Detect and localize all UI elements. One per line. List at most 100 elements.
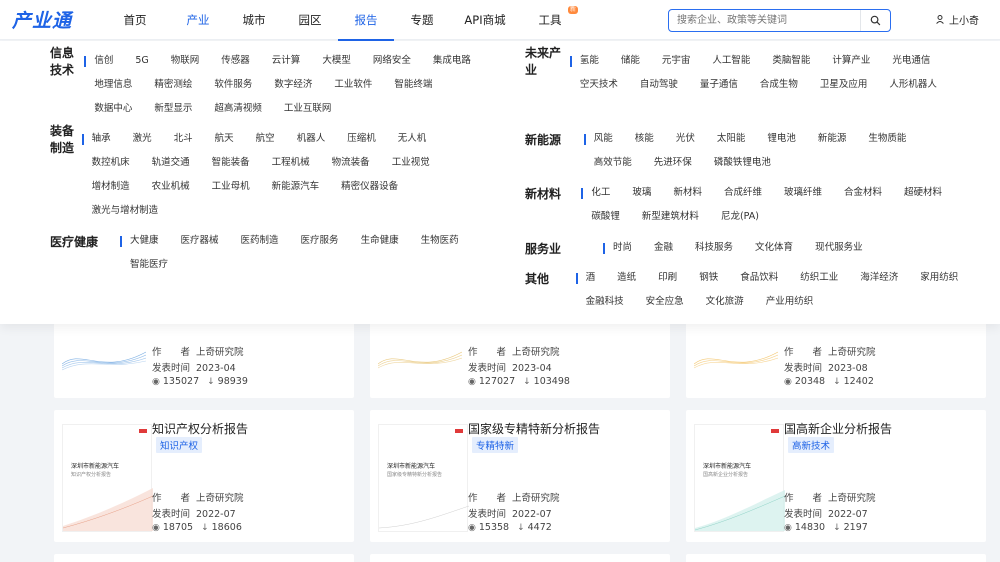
industry-tag[interactable]: 软件服务 bbox=[214, 77, 252, 101]
industry-tag[interactable]: 网络安全 bbox=[373, 53, 411, 77]
industry-tag[interactable]: 酒 bbox=[586, 270, 596, 294]
industry-tag[interactable]: 信创 bbox=[94, 53, 113, 77]
report-card[interactable] bbox=[54, 554, 354, 562]
report-card[interactable]: 深圳市新能源汽车 国家级专精特新分析报告 国家级专精特新分析报告 专精特新 作 … bbox=[370, 410, 670, 542]
industry-tag[interactable]: 安全应急 bbox=[646, 294, 684, 318]
industry-tag[interactable]: 新能源 bbox=[818, 131, 847, 155]
industry-tag[interactable]: 太阳能 bbox=[717, 131, 746, 155]
industry-tag[interactable]: 元宇宙 bbox=[662, 53, 691, 77]
industry-tag[interactable]: 农业机械 bbox=[152, 179, 190, 203]
industry-tag[interactable]: 合金材料 bbox=[844, 185, 882, 209]
nav-industry[interactable]: 产业 bbox=[170, 0, 226, 40]
industry-tag[interactable]: 无人机 bbox=[398, 131, 427, 155]
industry-tag[interactable]: 精密测绘 bbox=[154, 77, 192, 101]
industry-tag[interactable]: 印刷 bbox=[658, 270, 677, 294]
industry-tag[interactable]: 文化体育 bbox=[755, 240, 793, 264]
report-tag[interactable]: 知识产权 bbox=[156, 437, 203, 453]
industry-tag[interactable]: 化工 bbox=[591, 185, 610, 209]
industry-tag[interactable]: 科技服务 bbox=[695, 240, 733, 264]
site-logo[interactable]: 产业通 bbox=[0, 6, 100, 33]
report-card[interactable]: 深圳市新能源汽车 知识产权分析报告 知识产权分析报告 知识产权 作 者上奇研究院… bbox=[54, 410, 354, 542]
nav-park[interactable]: 园区 bbox=[282, 0, 338, 40]
industry-tag[interactable]: 数字经济 bbox=[274, 77, 312, 101]
industry-tag[interactable]: 卫星及应用 bbox=[820, 77, 868, 101]
search-input[interactable] bbox=[669, 10, 860, 31]
industry-tag[interactable]: 大模型 bbox=[322, 53, 351, 77]
industry-tag[interactable]: 工业互联网 bbox=[284, 101, 332, 125]
industry-tag[interactable]: 玻璃纤维 bbox=[784, 185, 822, 209]
industry-tag[interactable]: 航天 bbox=[215, 131, 234, 155]
industry-tag[interactable]: 纺织工业 bbox=[800, 270, 838, 294]
industry-tag[interactable]: 大健康 bbox=[130, 233, 159, 257]
nav-api-store[interactable]: API商城 bbox=[450, 0, 520, 40]
industry-tag[interactable]: 现代服务业 bbox=[815, 240, 863, 264]
report-tag[interactable]: 专精特新 bbox=[472, 437, 519, 453]
industry-tag[interactable]: 5G bbox=[135, 53, 148, 77]
industry-tag[interactable]: 储能 bbox=[621, 53, 640, 77]
industry-tag[interactable]: 金融科技 bbox=[586, 294, 624, 318]
industry-tag[interactable]: 工业视觉 bbox=[392, 155, 430, 179]
industry-tag[interactable]: 增材制造 bbox=[92, 179, 130, 203]
industry-tag[interactable]: 氢能 bbox=[580, 53, 599, 77]
industry-tag[interactable]: 北斗 bbox=[174, 131, 193, 155]
industry-tag[interactable]: 类脑智能 bbox=[772, 53, 810, 77]
industry-tag[interactable]: 工程机械 bbox=[272, 155, 310, 179]
nav-tools[interactable]: 工具 新 bbox=[520, 0, 580, 40]
industry-tag[interactable]: 数据中心 bbox=[94, 101, 132, 125]
nav-report[interactable]: 报告 bbox=[338, 0, 394, 41]
industry-tag[interactable]: 先进环保 bbox=[654, 155, 692, 179]
industry-tag[interactable]: 高效节能 bbox=[594, 155, 632, 179]
industry-tag[interactable]: 轴承 bbox=[92, 131, 111, 155]
industry-tag[interactable]: 物流装备 bbox=[332, 155, 370, 179]
industry-tag[interactable]: 家用纺织 bbox=[920, 270, 958, 294]
industry-tag[interactable]: 传感器 bbox=[221, 53, 250, 77]
industry-tag[interactable]: 空天技术 bbox=[580, 77, 618, 101]
industry-tag[interactable]: 激光 bbox=[133, 131, 152, 155]
industry-tag[interactable]: 金融 bbox=[654, 240, 673, 264]
industry-tag[interactable]: 造纸 bbox=[617, 270, 636, 294]
industry-tag[interactable]: 集成电路 bbox=[433, 53, 471, 77]
industry-tag[interactable]: 文化旅游 bbox=[706, 294, 744, 318]
industry-tag[interactable]: 食品饮料 bbox=[740, 270, 778, 294]
industry-tag[interactable]: 新型显示 bbox=[154, 101, 192, 125]
industry-tag[interactable]: 光伏 bbox=[676, 131, 695, 155]
industry-tag[interactable]: 时尚 bbox=[613, 240, 632, 264]
industry-tag[interactable]: 人形机器人 bbox=[889, 77, 937, 101]
industry-tag[interactable]: 压缩机 bbox=[347, 131, 376, 155]
industry-tag[interactable]: 智能终端 bbox=[394, 77, 432, 101]
industry-tag[interactable]: 工业软件 bbox=[334, 77, 372, 101]
report-card[interactable] bbox=[686, 554, 986, 562]
nav-city[interactable]: 城市 bbox=[226, 0, 282, 40]
industry-tag[interactable]: 新能源汽车 bbox=[272, 179, 320, 203]
report-tag[interactable]: 高新技术 bbox=[788, 437, 835, 453]
report-title[interactable]: 知识产权分析报告 bbox=[152, 420, 248, 437]
search-button[interactable] bbox=[860, 10, 890, 31]
report-card[interactable]: 深圳市新能源汽车 国高新企业分析报告 国高新企业分析报告 高新技术 作 者上奇研… bbox=[686, 410, 986, 542]
industry-tag[interactable]: 医药制造 bbox=[241, 233, 279, 257]
industry-tag[interactable]: 自动驾驶 bbox=[640, 77, 678, 101]
industry-tag[interactable]: 航空 bbox=[256, 131, 275, 155]
industry-tag[interactable]: 医疗服务 bbox=[301, 233, 339, 257]
industry-tag[interactable]: 云计算 bbox=[272, 53, 301, 77]
industry-tag[interactable]: 磷酸铁锂电池 bbox=[714, 155, 771, 179]
industry-tag[interactable]: 物联网 bbox=[171, 53, 200, 77]
industry-tag[interactable]: 计算产业 bbox=[832, 53, 870, 77]
industry-tag[interactable]: 工业母机 bbox=[212, 179, 250, 203]
industry-tag[interactable]: 玻璃 bbox=[632, 185, 651, 209]
industry-tag[interactable]: 轨道交通 bbox=[152, 155, 190, 179]
report-title[interactable]: 国高新企业分析报告 bbox=[784, 420, 892, 437]
industry-tag[interactable]: 数控机床 bbox=[92, 155, 130, 179]
industry-tag[interactable]: 合成生物 bbox=[760, 77, 798, 101]
industry-tag[interactable]: 新型建筑材料 bbox=[642, 209, 699, 233]
industry-tag[interactable]: 尼龙(PA) bbox=[721, 209, 759, 233]
industry-tag[interactable]: 智能装备 bbox=[212, 155, 250, 179]
industry-tag[interactable]: 超高清视频 bbox=[214, 101, 262, 125]
industry-tag[interactable]: 精密仪器设备 bbox=[341, 179, 398, 203]
industry-tag[interactable]: 量子通信 bbox=[700, 77, 738, 101]
industry-tag[interactable]: 产业用纺织 bbox=[766, 294, 814, 318]
report-title[interactable]: 国家级专精特新分析报告 bbox=[468, 420, 600, 437]
nav-home[interactable]: 首页 bbox=[100, 0, 170, 40]
industry-tag[interactable]: 机器人 bbox=[297, 131, 326, 155]
industry-tag[interactable]: 锂电池 bbox=[767, 131, 796, 155]
industry-tag[interactable]: 合成纤维 bbox=[724, 185, 762, 209]
